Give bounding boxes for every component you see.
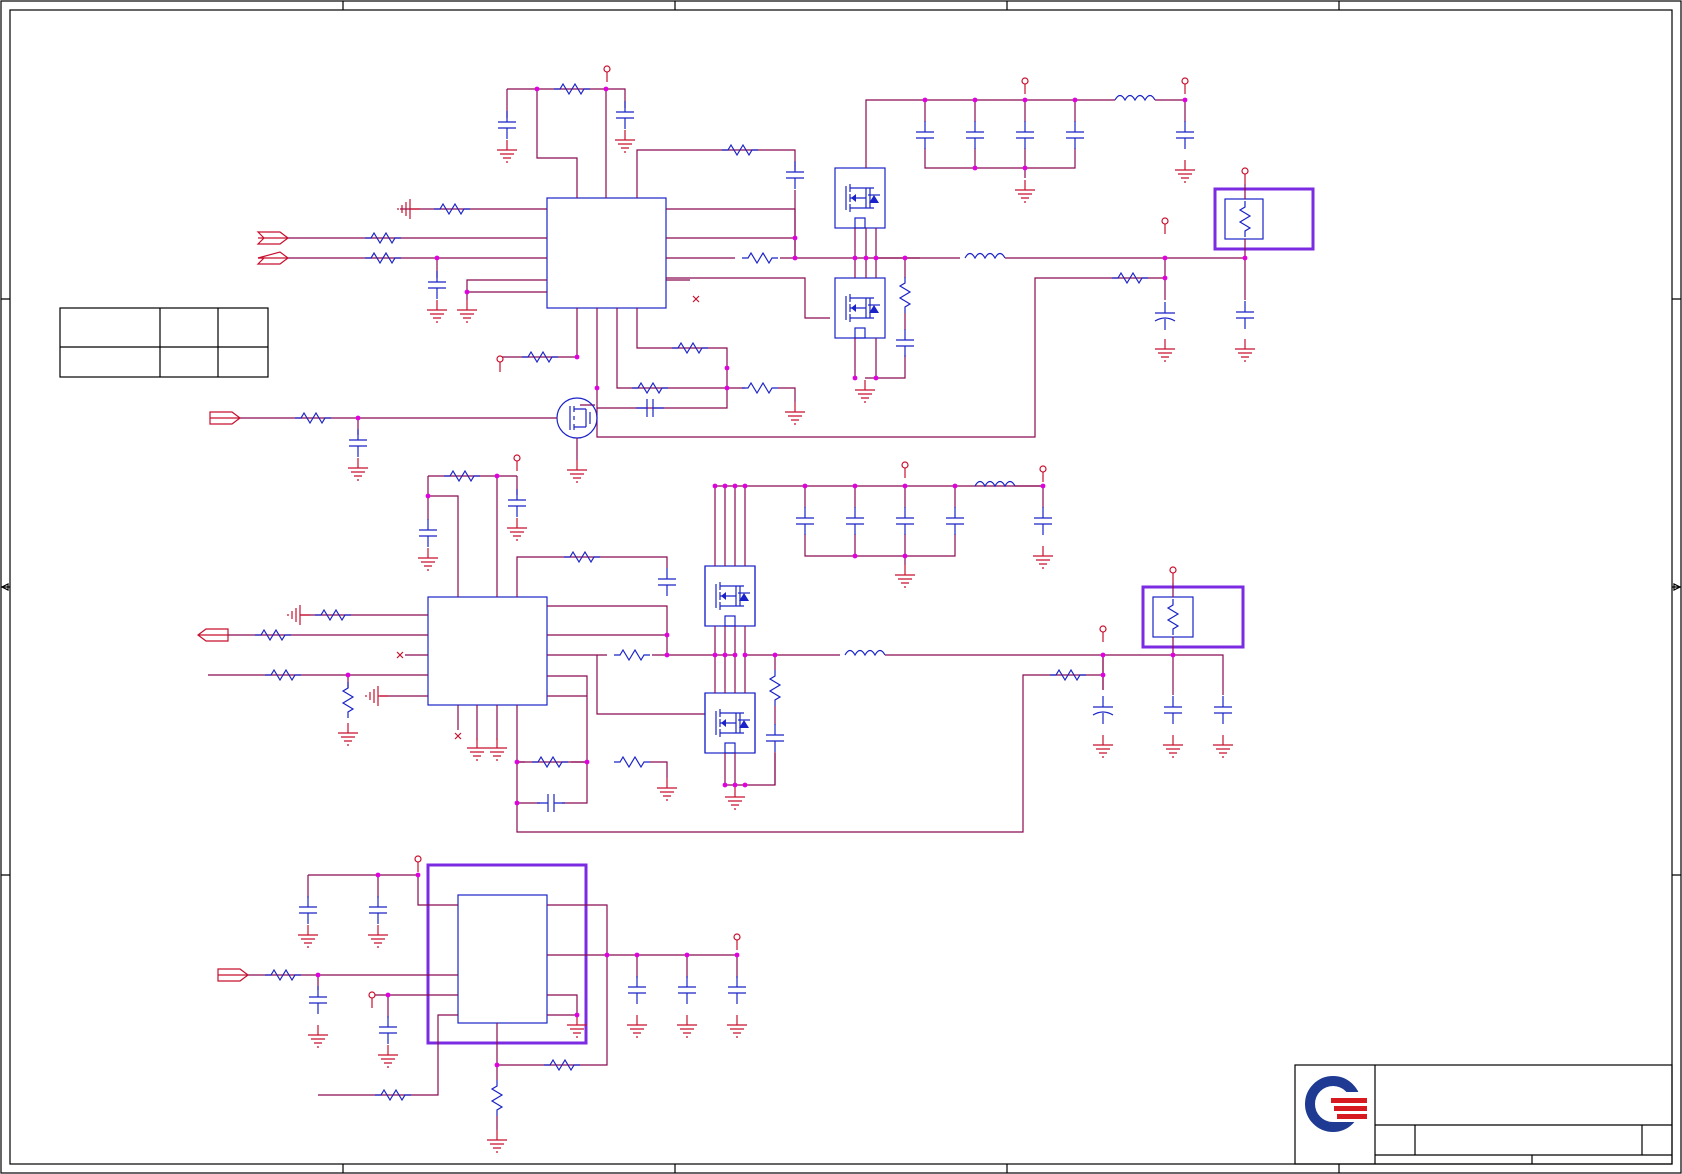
legend-table	[59, 307, 269, 378]
schematic-sheet	[0, 0, 1682, 1174]
high-side-mosfet-2[interactable]	[704, 565, 756, 627]
converter-block-1	[209, 65, 1315, 483]
sheet-frame	[0, 0, 1682, 1174]
pwm-controller-ic-2[interactable]	[427, 596, 548, 706]
pwm-controller-ic-1[interactable]	[546, 197, 667, 309]
output-inductor-1[interactable]	[964, 252, 1006, 259]
low-side-mosfet-2[interactable]	[704, 692, 756, 754]
switch-mosfet-q[interactable]	[556, 397, 598, 439]
company-logo	[1305, 1076, 1367, 1132]
highlight-sense-1[interactable]	[1213, 187, 1315, 251]
highlight-regulator[interactable]	[426, 863, 588, 1045]
low-side-mosfet-1[interactable]	[834, 277, 886, 339]
junctions-block-3	[315, 872, 740, 1068]
linear-regulator-ic[interactable]	[457, 894, 548, 1024]
output-inductor-2[interactable]	[844, 649, 886, 656]
regulator-block-3	[217, 855, 748, 1153]
converter-block-2	[197, 454, 1245, 833]
junctions-block-1	[355, 86, 1248, 421]
title-block	[1294, 1064, 1673, 1165]
junctions-block-2	[345, 473, 1176, 806]
high-side-mosfet-1[interactable]	[834, 167, 886, 229]
